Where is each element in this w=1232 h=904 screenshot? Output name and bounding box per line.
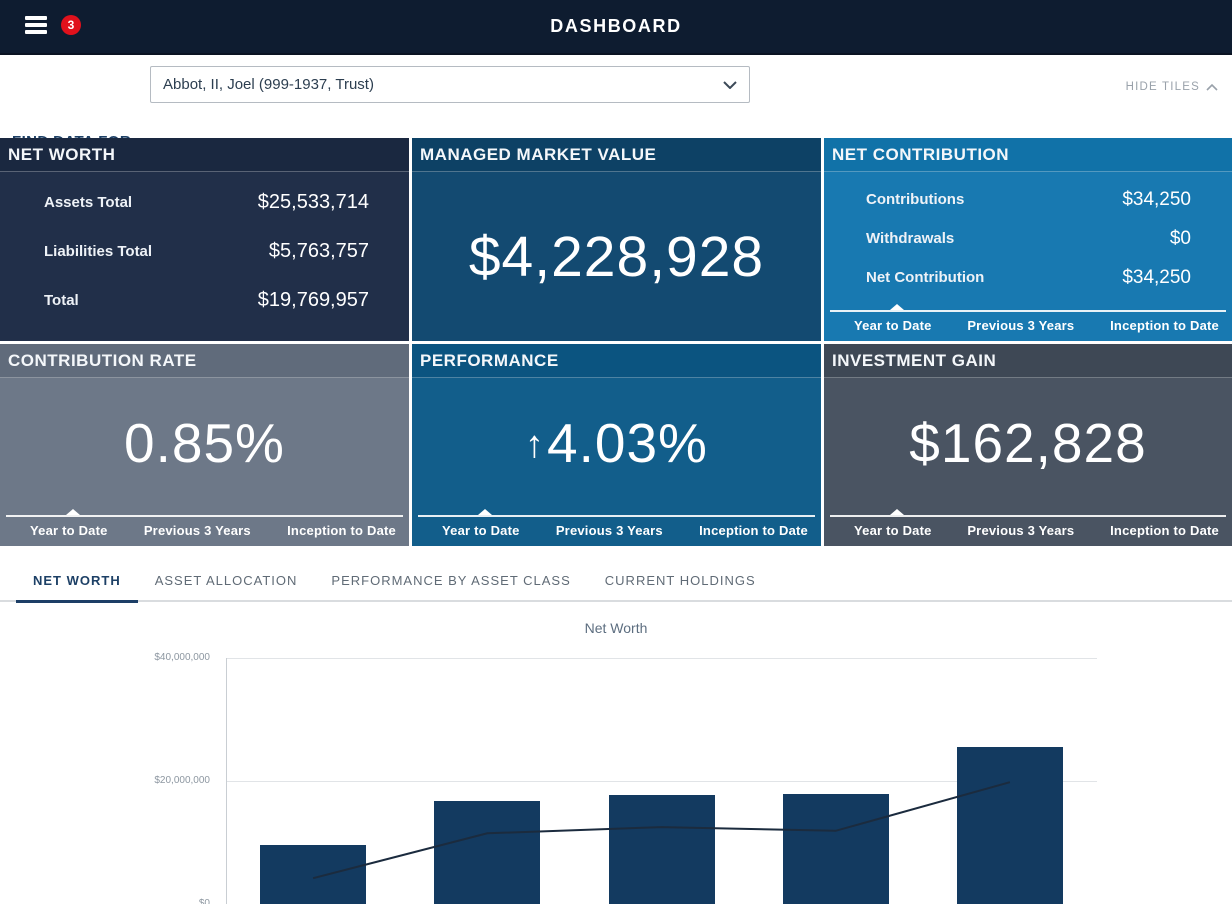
row-label: Net Contribution xyxy=(866,269,984,286)
period-tab-inception-to-date[interactable]: Inception to Date xyxy=(699,523,808,538)
withdrawals-row: Withdrawals $0 xyxy=(824,219,1232,258)
net-worth-bar xyxy=(434,801,540,904)
period-tab-previous-3-years[interactable]: Previous 3 Years xyxy=(967,523,1074,538)
row-label: Withdrawals xyxy=(866,230,954,247)
managed-market-value-tile-title: MANAGED MARKET VALUE xyxy=(412,138,821,172)
liabilities-total-row: Liabilities Total $5,763,757 xyxy=(0,227,409,276)
performance-value-text: 4.03% xyxy=(547,411,708,475)
contributions-row: Contributions $34,250 xyxy=(824,180,1232,219)
managed-market-value-tile: MANAGED MARKET VALUE $4,228,928 xyxy=(412,138,821,341)
summary-tiles: NET WORTH Assets Total $25,533,714 Liabi… xyxy=(0,138,1232,546)
contribution-rate-amount: 0.85% xyxy=(0,378,409,508)
tab-net-worth[interactable]: NET WORTH xyxy=(16,559,138,603)
period-tabs: Year to Date Previous 3 Years Inception … xyxy=(824,310,1232,341)
period-tab-previous-3-years[interactable]: Previous 3 Years xyxy=(967,318,1074,333)
tab-current-holdings[interactable]: CURRENT HOLDINGS xyxy=(588,559,773,603)
chevron-up-icon xyxy=(1206,84,1218,91)
row-label: Assets Total xyxy=(44,194,132,211)
hide-tiles-button[interactable]: HIDE TILES xyxy=(1126,81,1218,93)
row-value: $34,250 xyxy=(1122,267,1191,289)
client-selector[interactable]: Abbot, II, Joel (999-1937, Trust) xyxy=(150,66,750,103)
net-contribution-tile: NET CONTRIBUTION Contributions $34,250 W… xyxy=(824,138,1232,341)
row-label: Total xyxy=(44,292,79,309)
active-period-indicator xyxy=(890,509,904,515)
performance-tile-title: PERFORMANCE xyxy=(412,344,821,378)
hamburger-menu-icon xyxy=(25,16,47,20)
row-label: Contributions xyxy=(866,191,964,208)
notification-badge: 3 xyxy=(61,15,81,35)
period-tab-previous-3-years[interactable]: Previous 3 Years xyxy=(556,523,663,538)
row-value: $25,533,714 xyxy=(258,191,369,214)
performance-tile: PERFORMANCE ↑ 4.03% Year to Date Previou… xyxy=(412,344,821,546)
page-title: DASHBOARD xyxy=(550,16,681,37)
row-label: Liabilities Total xyxy=(44,243,152,260)
top-bar: 3 DASHBOARD xyxy=(0,0,1232,55)
tab-performance-by-asset-class[interactable]: PERFORMANCE BY ASSET CLASS xyxy=(314,559,587,603)
investment-gain-tile-title: INVESTMENT GAIN xyxy=(824,344,1232,378)
period-tab-year-to-date[interactable]: Year to Date xyxy=(854,523,932,538)
period-tabs: Year to Date Previous 3 Years Inception … xyxy=(824,515,1232,546)
managed-market-value-amount: $4,228,928 xyxy=(412,172,821,341)
gridline xyxy=(226,658,1097,659)
active-period-indicator xyxy=(66,509,80,515)
period-tab-inception-to-date[interactable]: Inception to Date xyxy=(1110,523,1219,538)
tab-asset-allocation[interactable]: ASSET ALLOCATION xyxy=(138,559,315,603)
period-tab-inception-to-date[interactable]: Inception to Date xyxy=(287,523,396,538)
net-worth-tile-title: NET WORTH xyxy=(0,138,409,172)
y-axis-tick-label: $40,000,000 xyxy=(125,652,210,663)
period-tab-inception-to-date[interactable]: Inception to Date xyxy=(1110,318,1219,333)
period-tab-year-to-date[interactable]: Year to Date xyxy=(442,523,520,538)
period-tabs: Year to Date Previous 3 Years Inception … xyxy=(0,515,409,546)
contribution-rate-tile: CONTRIBUTION RATE 0.85% Year to Date Pre… xyxy=(0,344,409,546)
net-worth-bar xyxy=(957,747,1063,904)
net-contribution-row: Net Contribution $34,250 xyxy=(824,258,1232,297)
net-contribution-tile-title: NET CONTRIBUTION xyxy=(824,138,1232,172)
row-value: $19,769,957 xyxy=(258,289,369,312)
y-axis-tick-label: $0 xyxy=(125,898,210,904)
period-tab-year-to-date[interactable]: Year to Date xyxy=(854,318,932,333)
period-tab-previous-3-years[interactable]: Previous 3 Years xyxy=(144,523,251,538)
find-data-bar: FIND DATA FOR Abbot, II, Joel (999-1937,… xyxy=(0,57,1232,138)
total-row: Total $19,769,957 xyxy=(0,276,409,325)
investment-gain-amount: $162,828 xyxy=(824,378,1232,508)
hide-tiles-label: HIDE TILES xyxy=(1126,81,1200,93)
row-value: $5,763,757 xyxy=(269,240,369,263)
up-arrow-icon: ↑ xyxy=(525,424,545,467)
investment-gain-tile: INVESTMENT GAIN $162,828 Year to Date Pr… xyxy=(824,344,1232,546)
section-tab-bar: NET WORTH ASSET ALLOCATION PERFORMANCE B… xyxy=(0,546,1232,603)
client-selector-value: Abbot, II, Joel (999-1937, Trust) xyxy=(163,76,723,93)
row-value: $0 xyxy=(1170,228,1191,250)
performance-amount: ↑ 4.03% xyxy=(412,378,821,508)
chevron-down-icon xyxy=(723,81,737,89)
active-period-indicator xyxy=(478,509,492,515)
net-worth-bar xyxy=(609,795,715,904)
y-axis-tick-label: $20,000,000 xyxy=(125,775,210,786)
contribution-rate-tile-title: CONTRIBUTION RATE xyxy=(0,344,409,378)
row-value: $34,250 xyxy=(1122,189,1191,211)
assets-total-row: Assets Total $25,533,714 xyxy=(0,178,409,227)
y-axis-line xyxy=(226,658,227,904)
period-tab-year-to-date[interactable]: Year to Date xyxy=(30,523,108,538)
period-tabs: Year to Date Previous 3 Years Inception … xyxy=(412,515,821,546)
net-worth-bar xyxy=(260,845,366,904)
net-worth-tile: NET WORTH Assets Total $25,533,714 Liabi… xyxy=(0,138,409,341)
net-worth-chart: Net Worth $40,000,000 $20,000,000 $0 xyxy=(0,603,1232,904)
active-period-indicator xyxy=(890,304,904,310)
chart-title: Net Worth xyxy=(0,620,1232,636)
menu-button[interactable]: 3 xyxy=(25,14,49,40)
net-worth-bar xyxy=(783,794,889,904)
